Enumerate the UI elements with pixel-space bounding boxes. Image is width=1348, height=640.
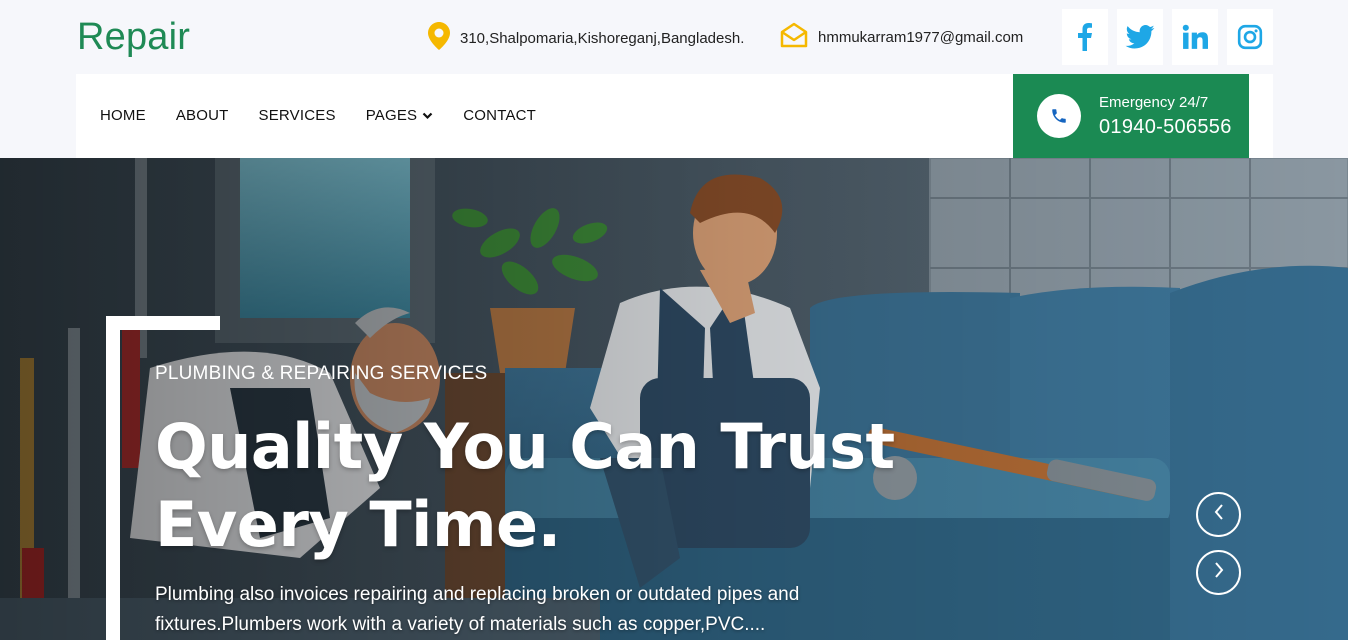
nav-item-about[interactable]: ABOUT bbox=[176, 107, 229, 124]
chevron-right-icon bbox=[1213, 561, 1225, 584]
emergency-call-box[interactable]: Emergency 24/7 01940-506556 bbox=[1013, 74, 1249, 158]
linkedin-icon[interactable] bbox=[1172, 9, 1218, 65]
envelope-icon bbox=[780, 22, 808, 52]
site-logo[interactable]: Repair bbox=[77, 16, 190, 59]
nav-item-label: PAGES bbox=[365, 107, 418, 124]
hero-headline-line-2: Every Time. bbox=[155, 488, 561, 561]
email-info: hmmukarram1977@gmail.com bbox=[780, 22, 1023, 52]
nav-item-pages[interactable]: PAGES bbox=[366, 107, 434, 124]
emergency-label: Emergency 24/7 bbox=[1099, 93, 1209, 111]
instagram-icon[interactable] bbox=[1227, 9, 1273, 65]
chevron-down-icon bbox=[422, 107, 433, 124]
slider-prev-button[interactable] bbox=[1196, 492, 1241, 537]
top-bar: Repair 310,Shalpomaria,Kishoreganj,Bangl… bbox=[0, 0, 1348, 74]
twitter-icon[interactable] bbox=[1117, 9, 1163, 65]
hero-kicker: PLUMBING & REPAIRING SERVICES bbox=[155, 363, 488, 384]
nav-item-label: CONTACT bbox=[463, 107, 537, 124]
address-info: 310,Shalpomaria,Kishoreganj,Bangladesh. bbox=[428, 22, 744, 54]
emergency-phone[interactable]: 01940-506556 bbox=[1099, 116, 1232, 139]
location-pin-icon bbox=[428, 22, 450, 54]
hero-description: Plumbing also invoices repairing and rep… bbox=[155, 584, 800, 635]
nav-item-label: HOME bbox=[100, 107, 146, 124]
nav-menu: HOME ABOUT SERVICES PAGES CONTACT bbox=[100, 107, 536, 124]
hero-headline: Quality You Can Trust Every Time. bbox=[155, 408, 895, 564]
main-navbar: HOME ABOUT SERVICES PAGES CONTACT Emerge… bbox=[76, 74, 1273, 158]
nav-item-services[interactable]: SERVICES bbox=[259, 107, 336, 124]
social-links bbox=[1062, 9, 1273, 65]
slider-next-button[interactable] bbox=[1196, 550, 1241, 595]
nav-item-contact[interactable]: CONTACT bbox=[463, 107, 536, 124]
facebook-icon[interactable] bbox=[1062, 9, 1108, 65]
nav-item-home[interactable]: HOME bbox=[100, 107, 146, 124]
hero-headline-line-1: Quality You Can Trust bbox=[155, 410, 895, 483]
chevron-left-icon bbox=[1213, 503, 1225, 526]
nav-item-label: SERVICES bbox=[258, 107, 336, 124]
address-text: 310,Shalpomaria,Kishoreganj,Bangladesh. bbox=[460, 29, 745, 47]
email-text[interactable]: hmmukarram1977@gmail.com bbox=[818, 29, 1023, 46]
nav-item-label: ABOUT bbox=[175, 107, 229, 124]
phone-icon bbox=[1037, 94, 1081, 138]
hero-slider: PLUMBING & REPAIRING SERVICES Quality Yo… bbox=[0, 158, 1348, 640]
